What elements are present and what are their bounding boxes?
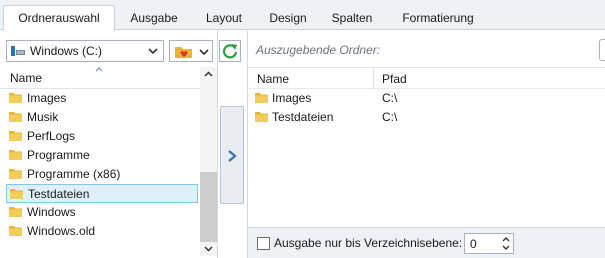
tree-item-images[interactable]: Images: [6, 89, 198, 108]
tab-formatierung[interactable]: Formatierung: [386, 8, 490, 30]
tab-ausgabe[interactable]: Ausgabe: [118, 8, 190, 30]
tree-item-label: Programme: [27, 148, 90, 162]
column-header-label: Name: [10, 71, 43, 85]
folder-icon: [9, 207, 22, 217]
folder-icon: [9, 112, 22, 122]
depth-options-bar: Ausgabe nur bis Verzeichnisebene: 0: [248, 227, 605, 258]
add-to-output-button[interactable]: [220, 106, 244, 204]
tree-item-windows[interactable]: Windows: [6, 203, 198, 222]
tree-item-label: PerfLogs: [27, 129, 76, 143]
output-row-path: C:\: [382, 91, 398, 105]
depth-level-stepper[interactable]: 0: [464, 233, 514, 254]
tree-item-programme[interactable]: Programme: [6, 146, 198, 165]
favorites-button[interactable]: [169, 40, 213, 62]
favorite-folder-icon: [175, 47, 192, 58]
scroll-down-icon[interactable]: [204, 246, 213, 252]
depth-level-value: 0: [470, 237, 477, 251]
tree-item-perflogs[interactable]: PerfLogs: [6, 127, 198, 146]
chevron-down-icon: [148, 48, 158, 55]
depth-limit-checkbox[interactable]: [257, 237, 270, 250]
drive-select[interactable]: Windows (C:): [6, 40, 164, 62]
output-row-images[interactable]: Images C:\: [248, 89, 605, 108]
tab-layout[interactable]: Layout: [192, 8, 256, 30]
tree-item-label: Windows: [27, 205, 76, 219]
tree-item-label: Testdateien: [28, 187, 90, 201]
scrollbar-thumb[interactable]: [200, 172, 217, 242]
tab-ordnerauswahl[interactable]: Ordnerauswahl: [3, 5, 115, 31]
tree-item-musik[interactable]: Musik: [6, 108, 198, 127]
column-header-path[interactable]: Pfad: [382, 72, 407, 86]
stepper-down-icon[interactable]: [502, 245, 510, 250]
folder-icon: [9, 226, 22, 236]
tree-item-label: Programme (x86): [27, 167, 121, 181]
column-separator[interactable]: [373, 68, 374, 89]
refresh-button[interactable]: [219, 40, 241, 62]
output-row-name: Testdateien: [272, 110, 334, 124]
output-toolbar-button[interactable]: [599, 39, 605, 61]
column-header-name[interactable]: Name: [0, 67, 200, 89]
folder-icon: [9, 169, 22, 179]
scroll-up-icon[interactable]: [204, 71, 213, 77]
folder-icon: [255, 93, 268, 103]
refresh-icon: [222, 44, 238, 59]
tab-design[interactable]: Design: [258, 8, 318, 30]
column-header-name[interactable]: Name: [257, 72, 289, 86]
depth-limit-label[interactable]: Ausgabe nur bis Verzeichnisebene:: [274, 236, 462, 250]
output-row-testdateien[interactable]: Testdateien C:\: [248, 108, 605, 127]
tab-spalten[interactable]: Spalten: [320, 8, 384, 30]
folder-icon: [255, 112, 268, 122]
folder-icon: [10, 189, 23, 199]
chevron-right-icon: [228, 150, 237, 162]
output-row-path: C:\: [382, 110, 398, 124]
folder-icon: [9, 150, 22, 160]
tree-item-label: Windows.old: [27, 224, 96, 238]
output-list-header: Name Pfad: [248, 67, 605, 89]
folder-browser-panel: Windows (C:) Name Images Musik PerfLogs …: [0, 31, 218, 258]
tree-item-windows-old[interactable]: Windows.old: [6, 222, 198, 241]
stepper-up-icon[interactable]: [502, 237, 510, 242]
tree-item-label: Musik: [27, 110, 59, 124]
chevron-down-icon: [199, 49, 209, 56]
folder-icon: [9, 131, 22, 141]
tree-item-label: Images: [27, 91, 67, 105]
drive-icon: [11, 46, 25, 56]
output-folders-panel: Auszugebende Ordner: Name Pfad Images C:…: [247, 31, 605, 258]
tab-strip: Ordnerauswahl Ausgabe Layout Design Spal…: [0, 0, 605, 31]
sort-ascending-icon: [95, 67, 103, 72]
tree-item-testdateien[interactable]: Testdateien: [6, 184, 198, 203]
tree-scrollbar[interactable]: [200, 67, 217, 256]
folder-icon: [9, 93, 22, 103]
drive-select-value: Windows (C:): [30, 44, 103, 58]
tree-item-programme-x86[interactable]: Programme (x86): [6, 165, 198, 184]
output-row-name: Images: [272, 91, 312, 105]
output-folders-label: Auszugebende Ordner:: [256, 43, 381, 57]
